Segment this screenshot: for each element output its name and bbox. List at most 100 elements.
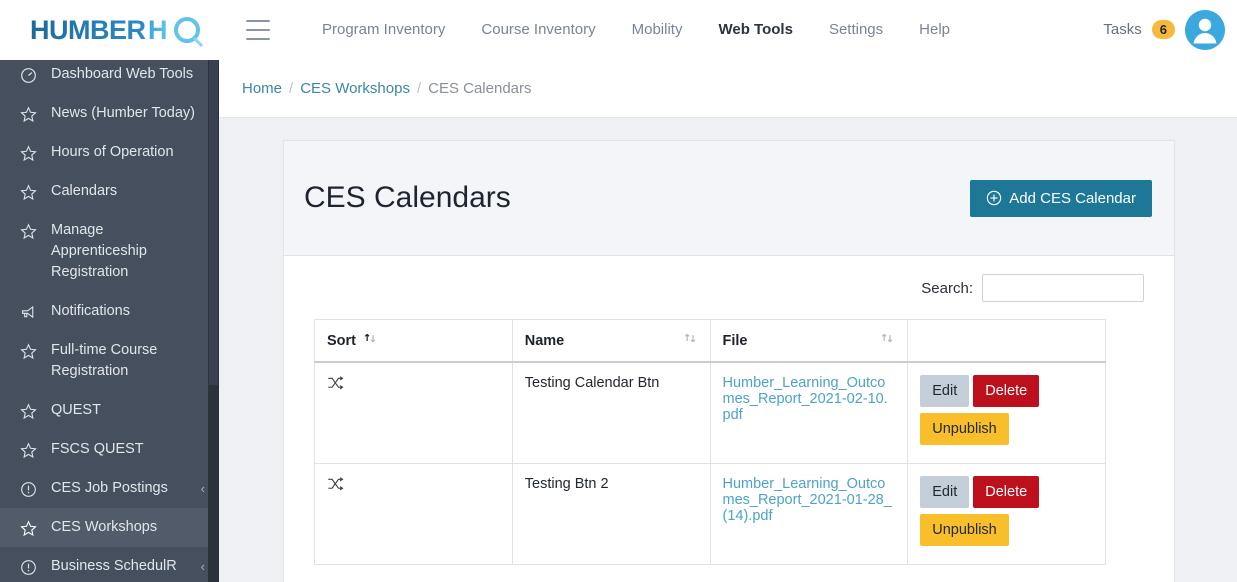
nav-item-help[interactable]: Help: [901, 11, 968, 48]
sort-updown-icon: [363, 331, 378, 350]
table-body: Testing Calendar Btn Humber_Learning_Out…: [314, 361, 1106, 566]
sidebar-item-label: Hours of Operation: [51, 144, 174, 160]
card-body: Search: Sort Name File Testing Calendar …: [284, 256, 1174, 582]
row-file-cell: Humber_Learning_Outcomes_Report_2021-02-…: [709, 361, 909, 465]
sort-updown-icon: [683, 331, 698, 350]
user-avatar-icon: [1185, 9, 1225, 50]
star-icon: [18, 518, 38, 538]
sidebar-item-full-time-course-registration[interactable]: Full-time Course Registration: [0, 331, 219, 391]
page-area: CES Calendars Add CES Calendar Search: S…: [219, 117, 1237, 582]
main-content: Home / CES Workshops / CES Calendars CES…: [219, 60, 1237, 582]
sidebar-item-ces-job-postings[interactable]: CES Job Postings ‹: [0, 469, 219, 508]
shuffle-icon[interactable]: [327, 477, 344, 496]
row-actions-cell: Edit Delete Unpublish: [907, 361, 1106, 465]
ces-calendars-table: Sort Name File Testing Calendar Btn Humb…: [314, 319, 1106, 566]
column-header-sort[interactable]: Sort: [314, 319, 513, 364]
bullhorn-icon: [18, 302, 38, 322]
ces-calendars-card: CES Calendars Add CES Calendar Search: S…: [283, 140, 1175, 582]
hamburger-icon[interactable]: [246, 19, 270, 40]
table-header-row: Sort Name File: [314, 319, 1106, 364]
chevron-left-icon: ‹: [200, 559, 205, 574]
sidebar-item-label: Notifications: [51, 303, 130, 319]
sidebar-item-label: News (Humber Today): [51, 105, 195, 121]
sidebar-item-fscs-quest[interactable]: FSCS QUEST: [0, 430, 219, 469]
avatar[interactable]: [1185, 9, 1225, 50]
breadcrumb: Home / CES Workshops / CES Calendars: [219, 60, 1237, 117]
star-icon: [18, 341, 38, 361]
breadcrumb-current: CES Calendars: [428, 80, 532, 97]
add-ces-calendar-button[interactable]: Add CES Calendar: [970, 179, 1152, 217]
edit-button[interactable]: Edit: [920, 476, 970, 509]
hamburger-bar: [246, 37, 270, 40]
row-actions-cell: Edit Delete Unpublish: [907, 463, 1106, 566]
table-row: Testing Btn 2 Humber_Learning_Outcomes_R…: [314, 463, 1106, 566]
sidebar-item-label: Manage Apprenticeship Registration: [51, 222, 147, 280]
file-link[interactable]: Humber_Learning_Outcomes_Report_2021-01-…: [723, 476, 892, 524]
row-name-cell: Testing Btn 2: [511, 463, 711, 566]
column-header-name-label: Name: [524, 332, 565, 349]
hamburger-bar: [246, 19, 270, 22]
breadcrumb-ces-workshops[interactable]: CES Workshops: [300, 80, 410, 97]
table-row: Testing Calendar Btn Humber_Learning_Out…: [314, 361, 1106, 465]
edit-button[interactable]: Edit: [920, 375, 970, 408]
unpublish-button[interactable]: Unpublish: [920, 413, 1009, 446]
delete-button[interactable]: Delete: [973, 476, 1040, 509]
sidebar-scrollbar-thumb[interactable]: [209, 55, 218, 385]
nav-item-program-inventory[interactable]: Program Inventory: [304, 11, 463, 48]
sidebar-item-dashboard-web-tools[interactable]: Dashboard Web Tools: [0, 55, 219, 94]
unpublish-button[interactable]: Unpublish: [920, 514, 1009, 547]
nav-item-web-tools[interactable]: Web Tools: [700, 11, 810, 48]
logo-graphic: HUMBER H: [30, 15, 204, 47]
column-header-file[interactable]: File: [709, 319, 909, 364]
row-file-cell: Humber_Learning_Outcomes_Report_2021-01-…: [709, 463, 909, 566]
humber-hq-logo[interactable]: HUMBER H: [30, 13, 206, 47]
add-ces-calendar-label: Add CES Calendar: [1009, 189, 1136, 207]
nav-item-course-inventory[interactable]: Course Inventory: [463, 11, 613, 48]
row-drag-handle-cell[interactable]: [314, 463, 513, 566]
nav-item-mobility[interactable]: Mobility: [614, 11, 701, 48]
sidebar-item-calendars[interactable]: Calendars: [0, 172, 219, 211]
delete-button[interactable]: Delete: [973, 375, 1040, 408]
sidebar-item-label: Business SchedulR: [51, 558, 177, 574]
table-header: Sort Name File: [314, 319, 1106, 364]
tasks-count-badge[interactable]: 6: [1151, 20, 1175, 39]
breadcrumb-separator: /: [416, 80, 422, 97]
breadcrumb-separator: /: [289, 80, 294, 97]
column-header-sort-label: Sort: [327, 332, 356, 349]
sidebar-item-label: Dashboard Web Tools: [51, 66, 194, 82]
tasks-label[interactable]: Tasks: [1103, 21, 1141, 38]
svg-text:H: H: [148, 15, 168, 45]
shuffle-icon[interactable]: [327, 376, 344, 395]
sidebar-item-ces-workshops[interactable]: CES Workshops: [0, 508, 219, 547]
sidebar-item-label: CES Job Postings: [51, 480, 168, 496]
star-icon: [18, 401, 38, 421]
main-navigation: Program Inventory Course Inventory Mobil…: [304, 11, 968, 48]
top-right-actions: Tasks 6: [1103, 9, 1225, 50]
plus-circle-icon: [987, 190, 1002, 206]
hamburger-bar: [246, 28, 270, 31]
sidebar-item-manage-apprenticeship-registration[interactable]: Manage Apprenticeship Registration: [0, 211, 219, 292]
application-window: HUMBER H Program Inventory Course Invent…: [0, 0, 1237, 582]
row-name-cell: Testing Calendar Btn: [511, 361, 711, 465]
sidebar-items: Dashboard Web Tools News (Humber Today) …: [0, 55, 219, 582]
column-header-name[interactable]: Name: [511, 319, 711, 364]
breadcrumb-home[interactable]: Home: [242, 80, 282, 97]
sidebar-item-label: QUEST: [51, 402, 101, 418]
sidebar-item-notifications[interactable]: Notifications: [0, 292, 219, 331]
nav-item-settings[interactable]: Settings: [811, 11, 901, 48]
sidebar-item-news-humber-today[interactable]: News (Humber Today): [0, 94, 219, 133]
gauge-icon: [18, 65, 38, 85]
sidebar-scrollbar-track[interactable]: [208, 55, 219, 582]
sidebar-item-hours-of-operation[interactable]: Hours of Operation: [0, 133, 219, 172]
top-navigation-bar: HUMBER H Program Inventory Course Invent…: [0, 0, 1237, 60]
search-input[interactable]: [982, 274, 1144, 303]
column-header-actions: [907, 319, 1106, 364]
sidebar-item-quest[interactable]: QUEST: [0, 391, 219, 430]
exclamation-circle-icon: [18, 479, 38, 499]
file-link[interactable]: Humber_Learning_Outcomes_Report_2021-02-…: [723, 375, 888, 423]
row-drag-handle-cell[interactable]: [314, 361, 513, 465]
sidebar-item-label: FSCS QUEST: [51, 441, 144, 457]
sidebar-item-business-schedulr[interactable]: Business SchedulR ‹: [0, 547, 219, 582]
card-header: CES Calendars Add CES Calendar: [284, 141, 1174, 257]
search-row: Search:: [306, 274, 1152, 303]
